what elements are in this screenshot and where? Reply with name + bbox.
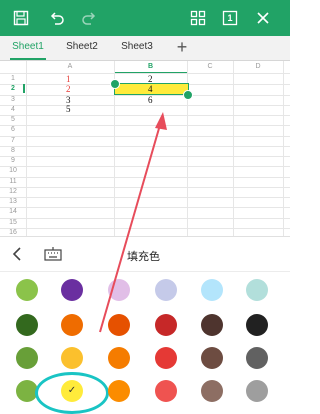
- selected-row-indicator: [23, 84, 25, 93]
- color-swatch[interactable]: [201, 314, 223, 336]
- color-swatch[interactable]: [155, 279, 177, 301]
- tab-sheet2[interactable]: Sheet2: [60, 36, 104, 60]
- cell-b1[interactable]: 2: [148, 74, 153, 84]
- column-header-a[interactable]: A: [26, 61, 114, 73]
- cell-b2[interactable]: 4: [148, 84, 153, 94]
- sheet-count-icon[interactable]: 1: [219, 7, 241, 29]
- grid-line: [0, 166, 290, 168]
- grid-line: [283, 61, 284, 236]
- grid-line: [0, 207, 290, 209]
- grid-line: [0, 197, 290, 198]
- color-swatch[interactable]: [108, 347, 130, 369]
- color-swatch[interactable]: [201, 347, 223, 369]
- grid-line: [0, 227, 290, 229]
- sheet-tab-bar: Sheet1 Sheet2 Sheet3 +: [0, 36, 290, 61]
- color-swatch[interactable]: [16, 314, 38, 336]
- row-header-8[interactable]: 8: [0, 146, 26, 156]
- color-swatch[interactable]: [155, 347, 177, 369]
- row-header-3[interactable]: 3: [0, 95, 26, 105]
- cell-a4[interactable]: 5: [66, 104, 71, 114]
- row-header-12[interactable]: 12: [0, 187, 26, 197]
- selection-handle-end[interactable]: [183, 90, 193, 100]
- grid-line: [0, 186, 290, 188]
- grid-line: [0, 115, 290, 116]
- top-toolbar: 1: [0, 0, 290, 36]
- grid-line: [0, 104, 290, 106]
- row-header-5[interactable]: 5: [0, 115, 26, 125]
- grid-view-icon[interactable]: [187, 7, 209, 29]
- color-swatch[interactable]: [246, 314, 268, 336]
- panel-title: 填充色: [127, 251, 160, 263]
- grid-line: [0, 73, 290, 74]
- column-header-d[interactable]: D: [233, 61, 283, 73]
- color-swatch[interactable]: [16, 279, 38, 301]
- grid-line: [0, 176, 290, 178]
- tab-sheet3[interactable]: Sheet3: [115, 36, 159, 60]
- sheet-count-label: 1: [227, 13, 233, 23]
- color-swatch[interactable]: [16, 347, 38, 369]
- column-header-c[interactable]: C: [187, 61, 233, 73]
- row-header-4[interactable]: 4: [0, 105, 26, 115]
- panel-header: 填充色: [0, 237, 290, 272]
- cell-b3[interactable]: 6: [148, 95, 153, 105]
- selection-handle-start[interactable]: [110, 79, 120, 89]
- color-swatch[interactable]: [61, 347, 83, 369]
- chevron-left-icon[interactable]: [10, 246, 24, 267]
- grid-line: [0, 125, 290, 127]
- cell-a2[interactable]: 2: [66, 84, 71, 94]
- row-header-1[interactable]: 1: [0, 74, 26, 84]
- keyboard-icon[interactable]: [44, 247, 62, 266]
- grid-line: [0, 217, 290, 219]
- color-swatch[interactable]: [201, 279, 223, 301]
- color-swatch[interactable]: [246, 279, 268, 301]
- color-swatch[interactable]: [61, 314, 83, 336]
- row-header-11[interactable]: 11: [0, 177, 26, 187]
- grid-line: [233, 61, 234, 236]
- grid-line: [26, 61, 27, 236]
- row-header-10[interactable]: 10: [0, 166, 26, 176]
- grid-line: [0, 145, 290, 147]
- save-icon[interactable]: [10, 7, 32, 29]
- row-header-16[interactable]: 16: [0, 228, 26, 236]
- tab-sheet1[interactable]: Sheet1: [6, 36, 50, 60]
- grid-line: [0, 135, 290, 137]
- row-header-7[interactable]: 7: [0, 136, 26, 146]
- grid-line: [0, 156, 290, 157]
- row-header-9[interactable]: 9: [0, 156, 26, 166]
- add-sheet-button[interactable]: +: [170, 36, 194, 60]
- cell-a1[interactable]: 1: [66, 74, 71, 84]
- row-header-6[interactable]: 6: [0, 125, 26, 135]
- spreadsheet-grid[interactable]: A B C D 1234567891011121314151617 1 2 3 …: [0, 61, 290, 236]
- row-header-15[interactable]: 15: [0, 218, 26, 228]
- color-swatch[interactable]: [108, 314, 130, 336]
- close-icon[interactable]: [252, 7, 274, 29]
- fill-color-panel: 填充色 ✓: [0, 236, 290, 414]
- row-header-14[interactable]: 14: [0, 207, 26, 217]
- redo-icon[interactable]: [78, 7, 100, 29]
- color-swatch[interactable]: [155, 314, 177, 336]
- color-swatch[interactable]: [246, 347, 268, 369]
- undo-icon[interactable]: [46, 7, 68, 29]
- color-swatch[interactable]: [108, 279, 130, 301]
- color-swatch[interactable]: [61, 279, 83, 301]
- row-header-13[interactable]: 13: [0, 197, 26, 207]
